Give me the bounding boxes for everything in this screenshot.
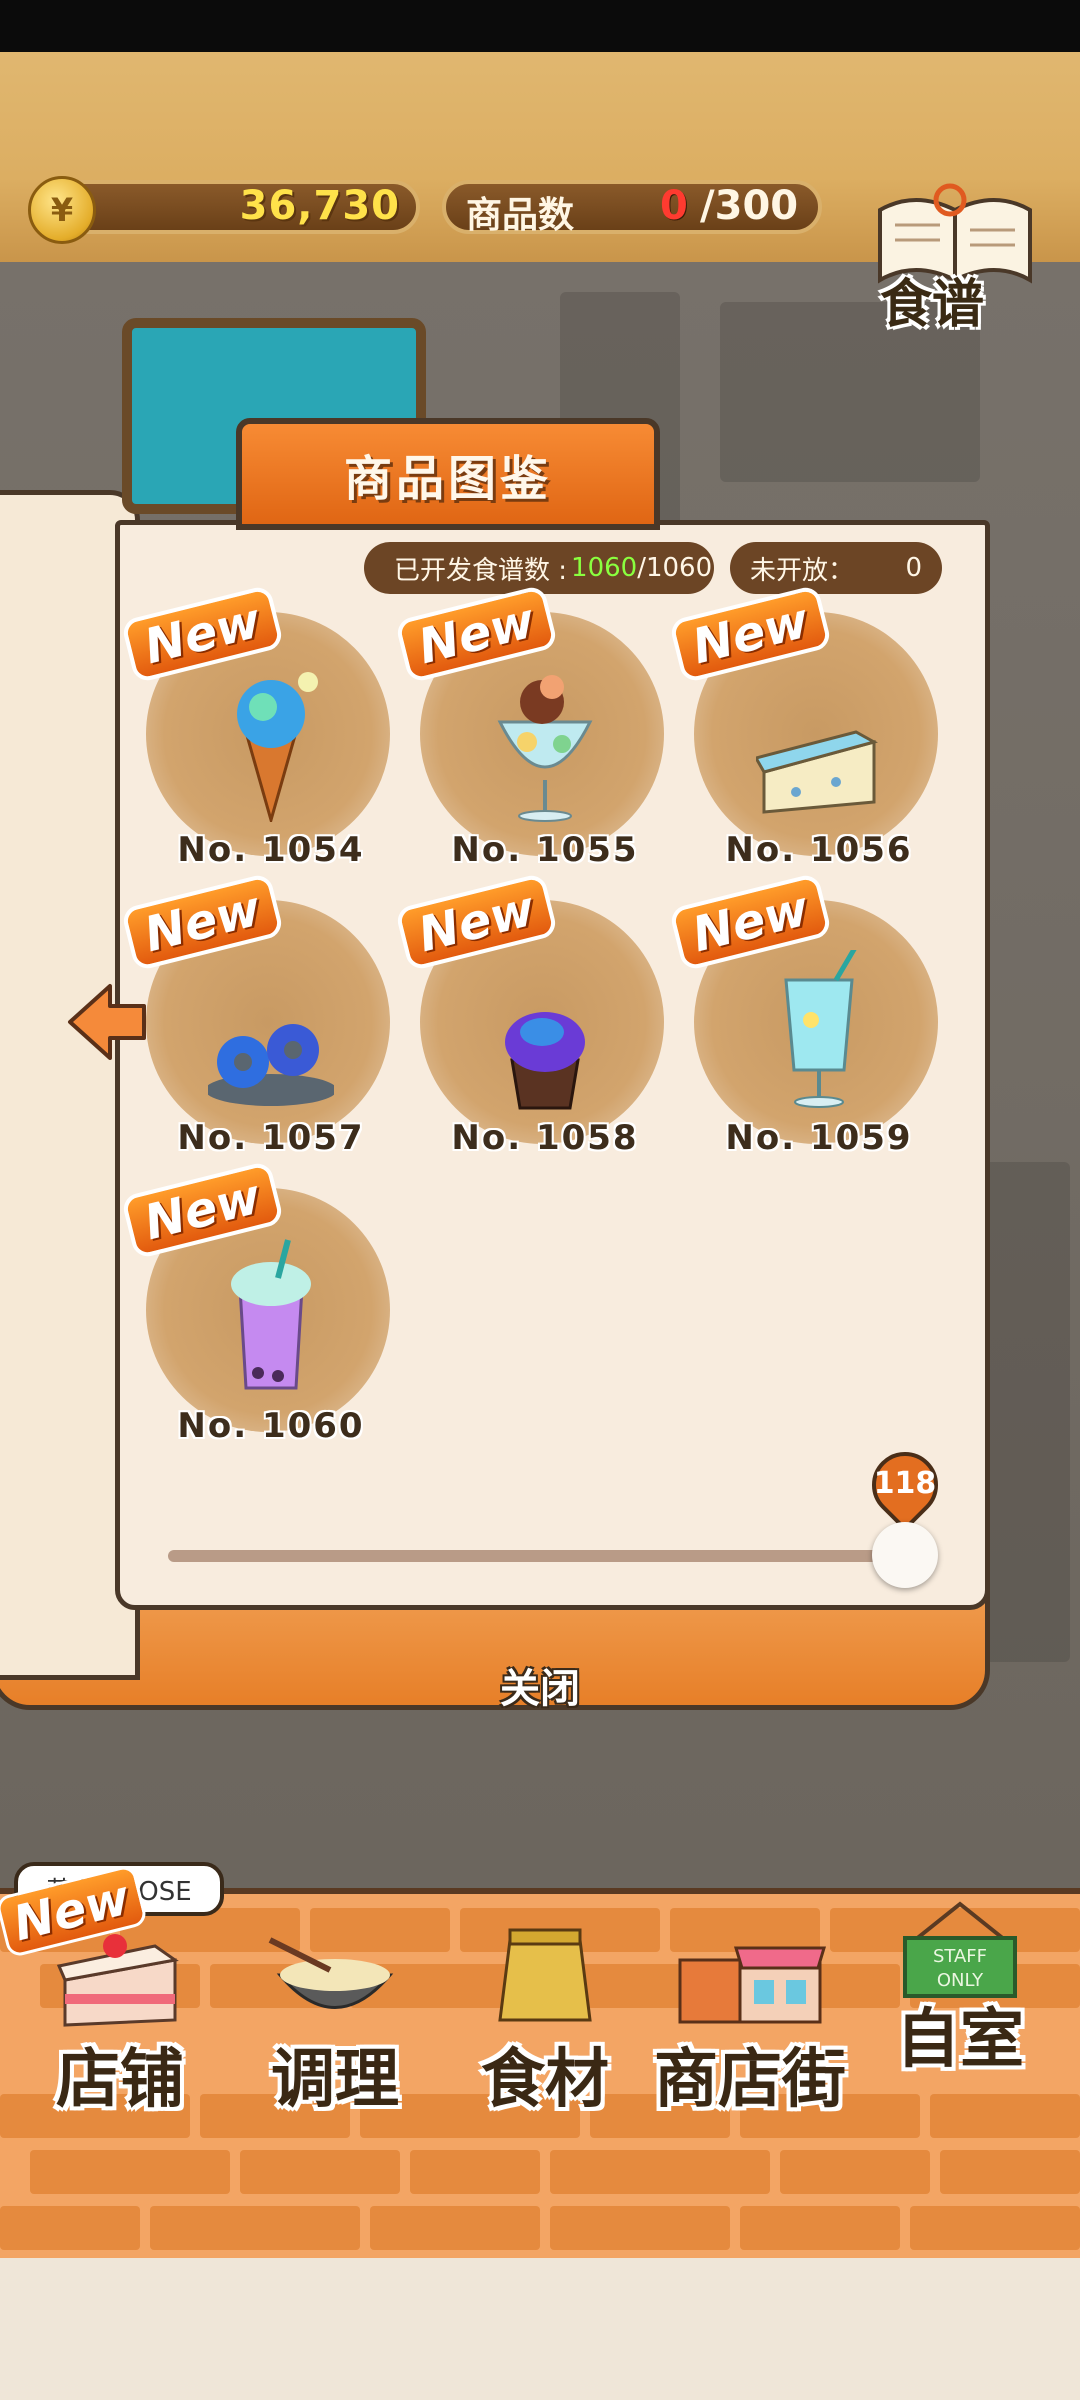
product-number: No. 1058 (451, 1118, 639, 1158)
bubble-tea-icon (231, 1239, 311, 1390)
product-number: No. 1057 (177, 1118, 365, 1158)
status-bar (0, 0, 1080, 52)
unreleased-value: 0 (905, 553, 922, 583)
unreleased-label: 未开放： (750, 555, 855, 586)
product-number: No. 1059 (725, 1118, 913, 1158)
arrow-left-icon (68, 984, 146, 1060)
developed-recipes-pill: 已开发食谱数 : 1060 /1060 (364, 542, 714, 594)
developed-recipes-value: 1060 (571, 553, 638, 583)
catalog-title-tab: 商品图鉴 (236, 418, 660, 530)
page-slider-track[interactable] (168, 1550, 908, 1562)
nav-cooking-button[interactable]: 调理 (240, 1920, 430, 2120)
product-card[interactable]: New No. 1058 (394, 872, 670, 1158)
staff-only-sign-icon: STAFF ONLY (903, 1901, 1017, 1998)
parfait-glass-icon (497, 675, 593, 822)
product-card[interactable]: New No. 1054 (120, 584, 396, 870)
nav-shop-button[interactable]: 店铺 (20, 1920, 220, 2120)
item-count-total: /300 (700, 183, 799, 229)
recipe-book-label: 食谱 (880, 275, 985, 335)
nav-my-room-label: 自室 (896, 2003, 1024, 2077)
product-number: No. 1054 (177, 830, 365, 870)
product-card[interactable]: New No. 1060 (120, 1160, 396, 1446)
coin-value: 36,730 (239, 183, 400, 229)
yen-coin-icon: ¥ (28, 176, 96, 244)
unreleased-pill: 未开放： 0 (730, 542, 942, 594)
storefront-icon (678, 1946, 827, 2024)
mixing-bowl-icon (268, 1937, 394, 2009)
staff-sign-text-1: STAFF (933, 1946, 987, 1967)
soda-glass-icon (784, 950, 857, 1108)
page-slider-thumb[interactable] (872, 1522, 938, 1588)
nav-shopping-street-label: 商店街 (654, 2043, 846, 2117)
product-card[interactable]: New No. 1059 (668, 872, 944, 1158)
nav-ingredients-label: 食材 (481, 2043, 609, 2117)
nav-my-room-button[interactable]: STAFF ONLY 自室 (870, 1900, 1050, 2080)
slider-value: 118 (873, 1466, 937, 1501)
cheesecake-slice-icon (756, 730, 878, 814)
product-card[interactable]: New No. 1057 (120, 872, 396, 1158)
product-number: No. 1055 (451, 830, 639, 870)
item-count-value: 0 (660, 183, 688, 229)
developed-recipes-total: /1060 (637, 553, 713, 583)
nav-ingredients-button[interactable]: 食材 (460, 1920, 630, 2120)
close-button[interactable]: 关闭 (440, 1656, 640, 1714)
ingredient-bag-icon (498, 1928, 592, 2022)
previous-page-button[interactable] (66, 982, 148, 1062)
product-card[interactable]: New No. 1055 (394, 584, 670, 870)
developed-recipes-label: 已开发食谱数 : (394, 555, 568, 586)
nav-shop-label: 店铺 (56, 2043, 184, 2117)
item-count-label: 商品数 (466, 195, 575, 236)
catalog-title: 商品图鉴 (343, 451, 552, 507)
ice-cream-cone-icon (237, 672, 318, 822)
product-number: No. 1060 (177, 1406, 365, 1446)
screen-bottom-area (0, 2258, 1080, 2400)
product-card[interactable]: New No. 1056 (668, 584, 944, 870)
product-number: No. 1056 (725, 830, 913, 870)
nav-shopping-street-button[interactable]: 商店街 (640, 1920, 860, 2120)
nav-cooking-label: 调理 (271, 2043, 399, 2117)
cupcake-icon (505, 1012, 585, 1110)
donuts-plate-icon (208, 1024, 334, 1106)
